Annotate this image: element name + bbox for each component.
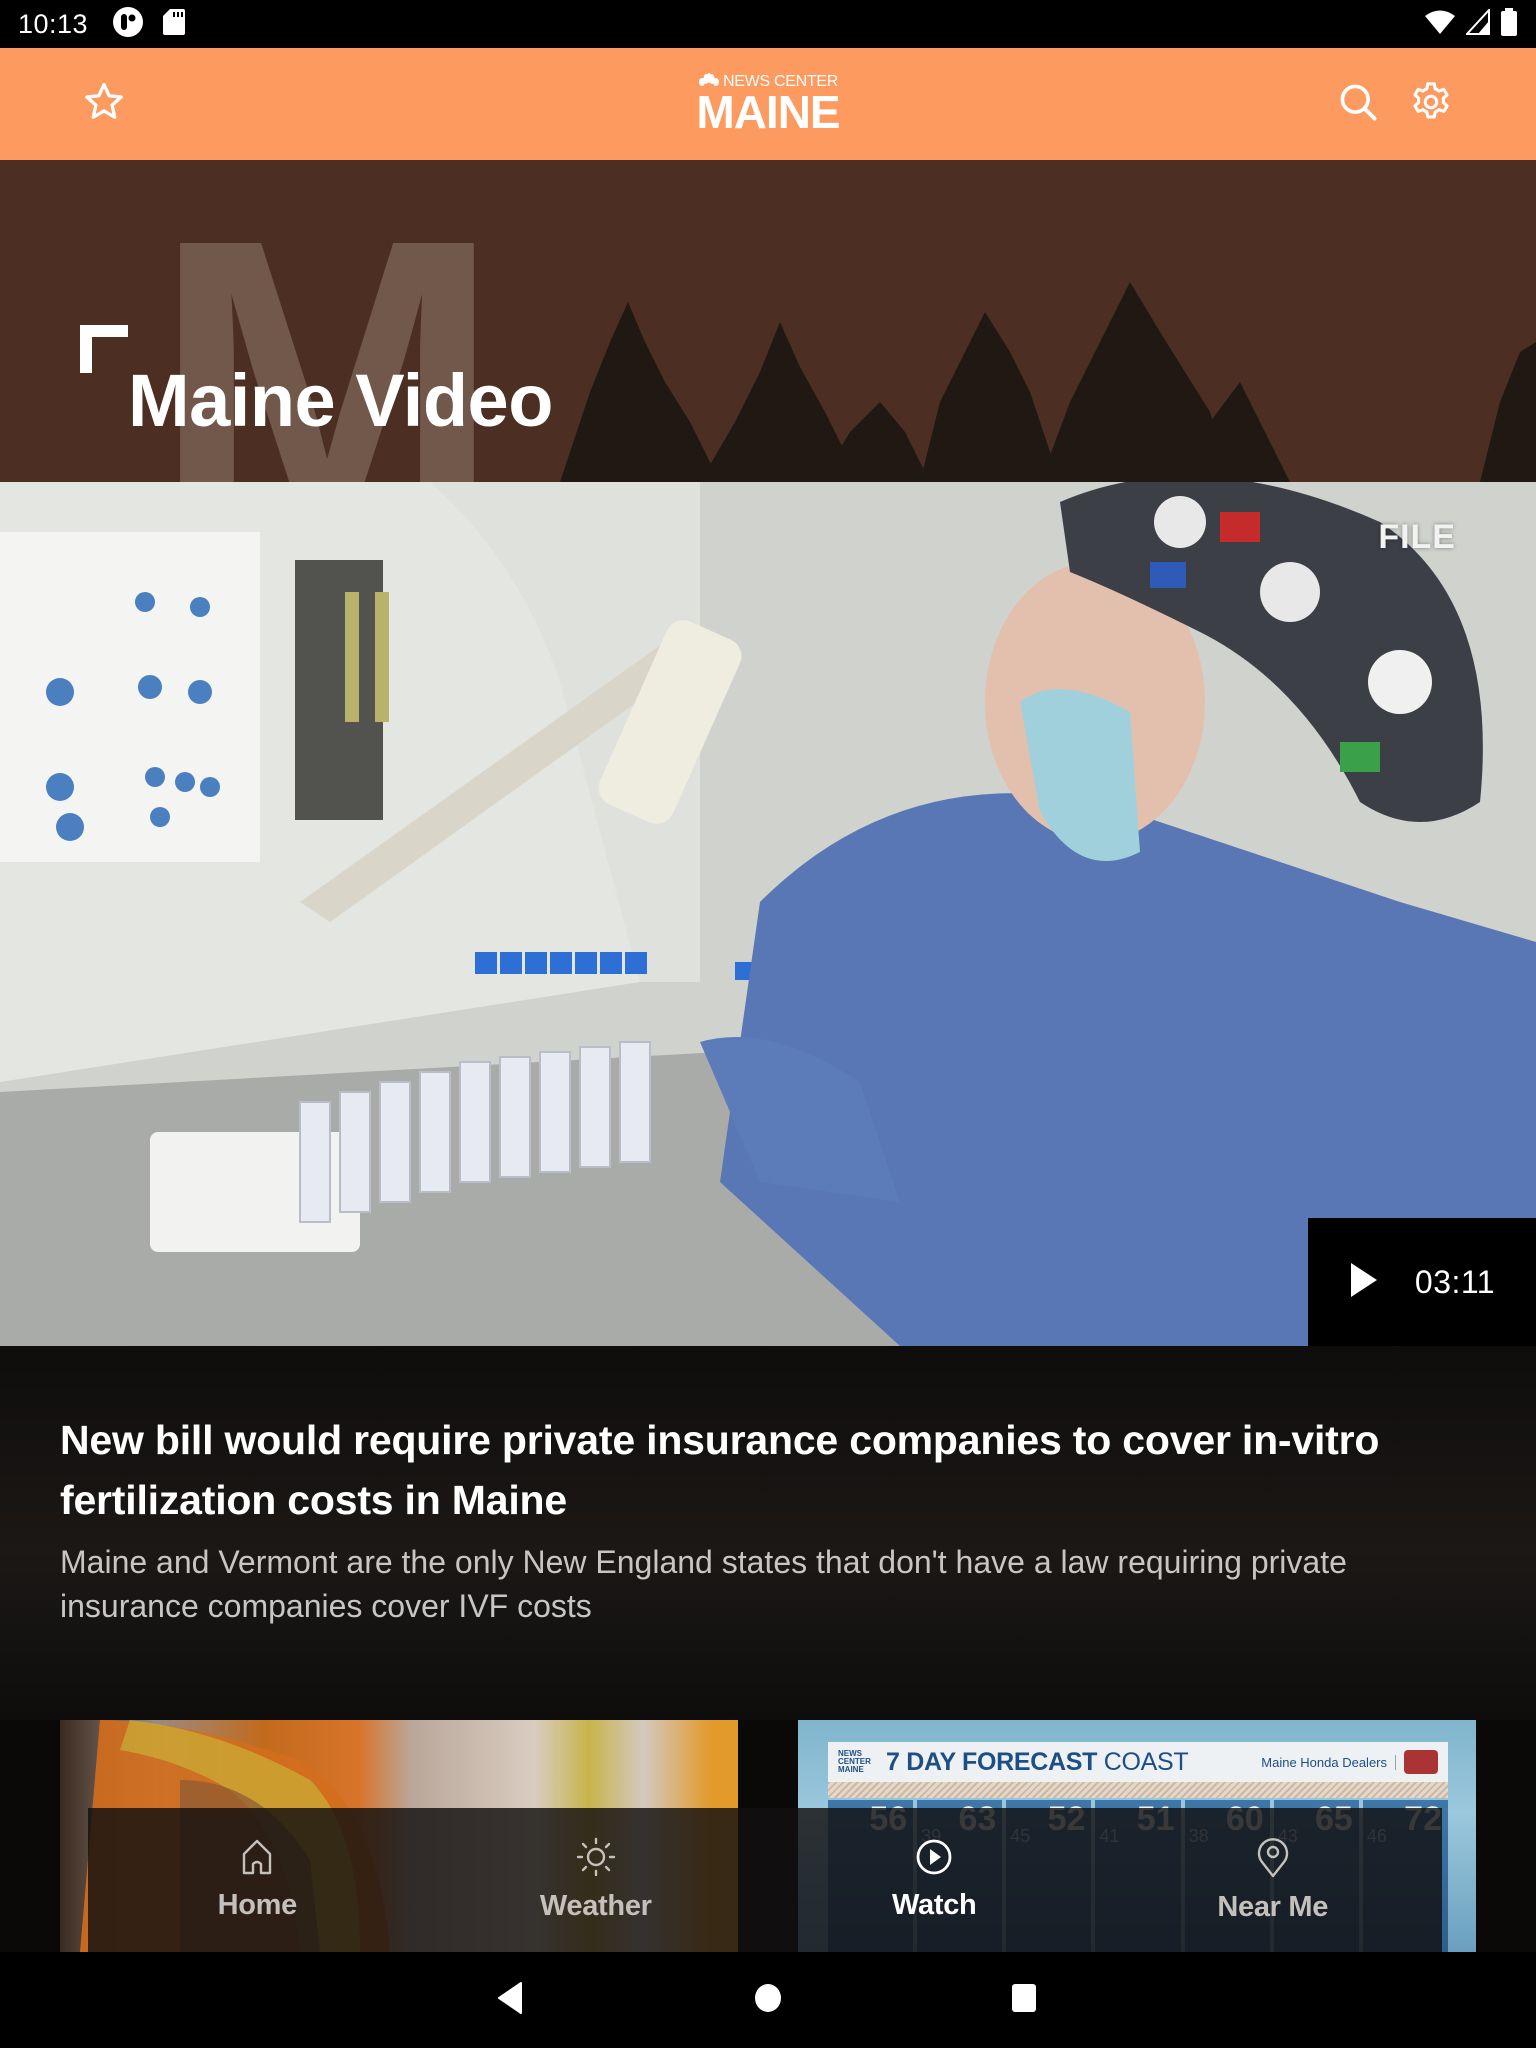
status-bar: 10:13: [0, 0, 1536, 48]
star-icon: [82, 80, 126, 129]
forecast-sponsor: Maine Honda Dealers: [1261, 1754, 1396, 1770]
search-icon: [1336, 80, 1380, 129]
cell-signal-icon: [1464, 6, 1490, 40]
favorites-button[interactable]: [76, 76, 132, 132]
app-notification-icon: [112, 6, 144, 43]
nav-item-weather[interactable]: Weather: [427, 1808, 766, 1952]
nav-label-weather: Weather: [539, 1890, 652, 1922]
home-icon: [240, 1838, 274, 1881]
bottom-navigation: Home Weather Watch Near Me: [88, 1808, 1442, 1952]
nav-item-home[interactable]: Home: [88, 1808, 427, 1952]
sd-card-icon: [162, 8, 186, 41]
forecast-title: 7 DAY FORECAST COAST: [886, 1747, 1189, 1777]
home-circle-icon: [753, 1982, 783, 2019]
system-home-button[interactable]: [748, 1980, 788, 2020]
story-headline[interactable]: New bill would require private insurance…: [60, 1410, 1480, 1530]
nav-label-watch: Watch: [892, 1889, 977, 1921]
play-duration-badge[interactable]: 03:11: [1308, 1218, 1536, 1346]
forecast-title-light: COAST: [1097, 1747, 1189, 1776]
featured-story[interactable]: New bill would require private insurance…: [0, 1346, 1536, 1720]
page-title: Maine Video: [128, 359, 553, 442]
nav-label-near-me: Near Me: [1217, 1891, 1329, 1923]
battery-icon: [1500, 7, 1518, 41]
search-button[interactable]: [1330, 76, 1386, 132]
system-back-button[interactable]: [490, 1980, 530, 2020]
section-header: M Maine Video: [0, 160, 1536, 482]
file-footage-label: FILE: [1378, 518, 1456, 556]
settings-button[interactable]: [1403, 76, 1459, 132]
decorative-letter: M: [152, 160, 502, 483]
news-center-maine-logo[interactable]: NEWS CENTER MAINE: [696, 73, 841, 138]
nav-item-watch[interactable]: Watch: [765, 1808, 1104, 1952]
forecast-logo: NEWS CENTER MAINE: [838, 1749, 871, 1774]
wifi-icon: [1424, 9, 1456, 40]
location-pin-icon: [1256, 1836, 1290, 1883]
nav-item-near-me[interactable]: Near Me: [1104, 1808, 1443, 1952]
app-bar: NEWS CENTER MAINE: [0, 48, 1536, 160]
lab-scene-image: [0, 482, 1536, 1346]
featured-video-thumbnail[interactable]: FILE 03:11: [0, 482, 1536, 1346]
settings-gear-icon: [1408, 79, 1454, 130]
video-duration: 03:11: [1414, 1263, 1496, 1300]
logo-main-text: MAINE: [696, 86, 840, 138]
forecast-title-bold: 7 DAY FORECAST: [886, 1747, 1098, 1776]
sun-icon: [576, 1837, 616, 1882]
recents-icon: [1011, 1982, 1037, 2019]
forecast-banner: NEWS CENTER MAINE 7 DAY FORECAST COAST M…: [828, 1742, 1448, 1782]
system-navigation-bar: [0, 1952, 1536, 2048]
car-icon: [1404, 1750, 1438, 1774]
status-time: 10:13: [18, 8, 89, 39]
back-icon: [497, 1981, 523, 2020]
play-circle-icon: [915, 1838, 953, 1881]
play-icon: [1349, 1261, 1379, 1304]
story-summary: Maine and Vermont are the only New Engla…: [60, 1544, 1347, 1624]
system-recents-button[interactable]: [1004, 1980, 1044, 2020]
forecast-stripe: [828, 1782, 1448, 1798]
nav-label-home: Home: [217, 1889, 298, 1921]
bracket-accent: [80, 325, 128, 373]
